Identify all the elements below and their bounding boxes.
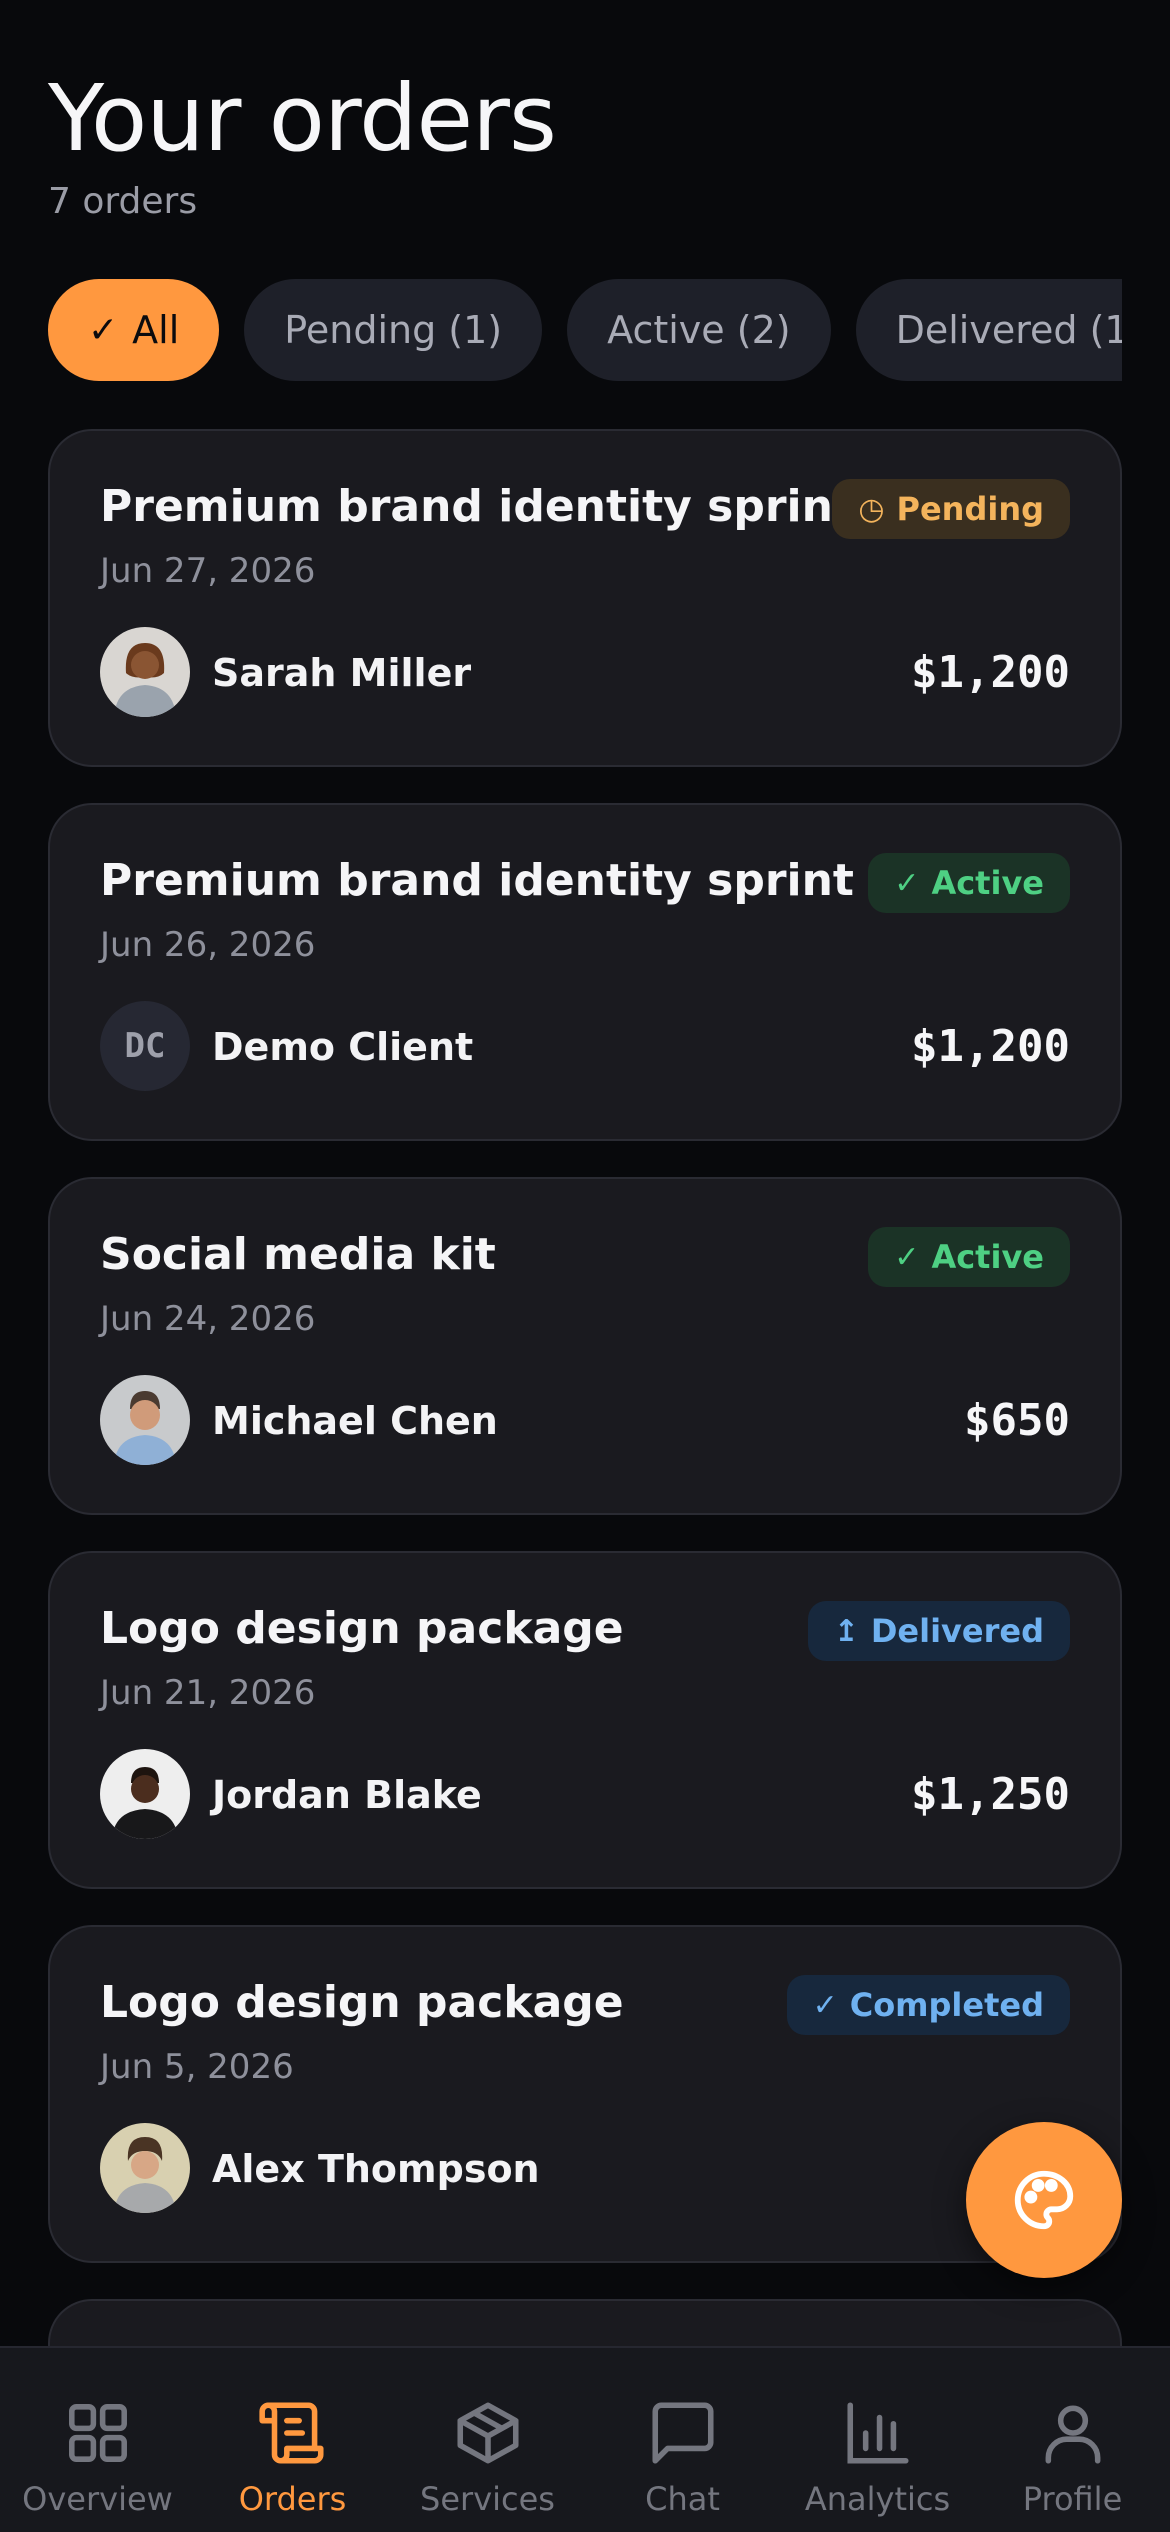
tab-label: Services (420, 2480, 555, 2518)
palette-icon (1014, 2170, 1074, 2230)
order-price: $1,200 (911, 1021, 1070, 1072)
tab-label: Orders (238, 2480, 347, 2518)
status-badge: ✓ Active (868, 1227, 1070, 1287)
status-label: Pending (896, 490, 1045, 528)
orders-list: Premium brand identity sprint ◷ Pending … (48, 429, 1122, 2346)
status-badge: ✓ Completed (786, 1975, 1070, 2035)
order-date: Jun 21, 2026 (100, 1673, 316, 1713)
order-card[interactable]: Logo design package ✓ Completed Jun 5, 2… (48, 1925, 1122, 2263)
order-title: Premium brand identity sprint (100, 481, 854, 532)
user-icon (1045, 2405, 1100, 2464)
filter-label: Active (2) (607, 308, 791, 352)
chat-icon (651, 2402, 714, 2464)
filter-pending-chip[interactable]: Pending (1) (244, 279, 543, 381)
check-icon: ✓ (812, 1987, 838, 2023)
tab-label: Overview (22, 2480, 173, 2518)
clock-icon: ◷ (858, 491, 885, 527)
tab-analytics[interactable]: Analytics (780, 2348, 975, 2532)
status-label: Active (931, 1238, 1044, 1276)
order-date: Jun 24, 2026 (100, 1299, 316, 1339)
avatar (100, 627, 190, 717)
tab-services[interactable]: Services (390, 2348, 585, 2532)
client-name: Demo Client (212, 1025, 474, 1069)
check-icon: ✓ (894, 865, 920, 901)
order-card[interactable]: Social media kit ✓ Active Jun 24, 2026 M… (48, 1177, 1122, 1515)
avatar (100, 2123, 190, 2213)
bar-chart-icon (846, 2402, 909, 2464)
client-name: Jordan Blake (212, 1773, 482, 1817)
tab-orders[interactable]: Orders (195, 2348, 390, 2532)
filter-bar: ✓ All Pending (1) Active (2) Delivered (… (48, 279, 1122, 381)
package-icon (456, 2402, 519, 2464)
tab-overview[interactable]: Overview (0, 2348, 195, 2532)
client-name: Alex Thompson (212, 2147, 540, 2191)
order-card[interactable]: Premium brand identity sprint ✓ Active J… (48, 803, 1122, 1141)
page-title: Your orders (48, 65, 557, 172)
tab-label: Chat (645, 2480, 720, 2518)
filter-delivered-chip[interactable]: Delivered (1) (855, 279, 1122, 381)
order-date: Jun 27, 2026 (100, 551, 316, 591)
theme-palette-button[interactable] (966, 2122, 1122, 2278)
order-card[interactable]: Premium brand identity sprint ◷ Pending … (48, 429, 1122, 767)
avatar (100, 1749, 190, 1839)
client-name: Sarah Miller (212, 651, 472, 695)
bottom-tab-bar: Overview Orders Services Chat Analytics … (0, 2346, 1170, 2532)
order-title: Logo design package (100, 1603, 624, 1654)
avatar (100, 1375, 190, 1465)
filter-label: Pending (1) (284, 308, 503, 352)
tab-profile[interactable]: Profile (975, 2348, 1170, 2532)
filter-active-chip[interactable]: Active (2) (567, 279, 831, 381)
tab-label: Analytics (804, 2480, 951, 2518)
page-header: Your orders 7 orders (48, 65, 557, 223)
grid-icon (68, 2404, 127, 2462)
status-badge: ↥ Delivered (807, 1601, 1070, 1661)
order-price: $650 (964, 1395, 1070, 1446)
filter-all-chip[interactable]: ✓ All (48, 279, 220, 381)
filter-label: Delivered (1) (895, 308, 1122, 352)
check-icon: ✓ (88, 309, 119, 351)
status-label: Delivered (870, 1612, 1044, 1650)
order-card[interactable]: Logo design package ↥ Delivered Jun 21, … (48, 1551, 1122, 1889)
avatar-initials: DC (124, 1026, 166, 1066)
order-count: 7 orders (48, 181, 198, 223)
client-name: Michael Chen (212, 1399, 498, 1443)
tab-label: Profile (1022, 2480, 1123, 2518)
order-date: Jun 5, 2026 (100, 2047, 294, 2087)
status-label: Completed (849, 1986, 1044, 2024)
filter-label: All (132, 308, 180, 352)
status-badge: ✓ Active (868, 853, 1070, 913)
order-price: $1,200 (911, 647, 1070, 698)
order-price: $1,250 (911, 1769, 1070, 1820)
order-title: Premium brand identity sprint (100, 855, 854, 906)
order-title: Social media kit (100, 1229, 496, 1280)
order-title: Logo design package (100, 1977, 624, 2028)
order-date: Jun 26, 2026 (100, 925, 316, 965)
avatar: DC (100, 1001, 190, 1091)
upload-icon: ↥ (833, 1613, 859, 1649)
status-badge: ◷ Pending (832, 479, 1070, 539)
status-label: Active (931, 864, 1044, 902)
check-icon: ✓ (894, 1239, 920, 1275)
tab-chat[interactable]: Chat (585, 2348, 780, 2532)
order-card[interactable] (48, 2299, 1122, 2346)
scroll-icon (258, 2402, 324, 2464)
